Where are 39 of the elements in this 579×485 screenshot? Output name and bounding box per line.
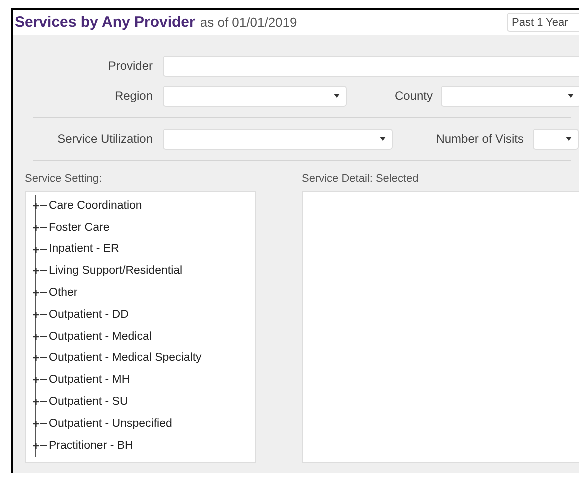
expander-icon[interactable] [32,347,48,370]
expander-icon[interactable] [32,304,48,326]
expander-icon[interactable] [32,369,48,392]
expander-icon[interactable] [32,194,48,217]
caret-icon [334,94,340,98]
tree-item[interactable]: Other [49,287,78,300]
tree-item[interactable]: Living Support/Residential [49,265,183,278]
caret-icon [568,94,574,98]
field-label: Provider [107,59,153,73]
field-label: Number of Visits [435,132,524,146]
expander-icon[interactable] [32,326,48,348]
expander-icon[interactable] [32,412,48,435]
provider-field[interactable] [163,56,579,76]
tree-item[interactable]: Outpatient - SU [49,396,128,408]
caret-icon [566,137,572,141]
period-dropdown[interactable]: Past 1 Year [507,13,579,32]
service-setting-label: Service Setting: [25,173,104,185]
tree-item[interactable]: Outpatient - Unspecified [49,418,172,430]
tree-item[interactable]: Inpatient - ER [49,243,120,256]
as-of-date: as of 01/01/2019 [200,15,298,30]
tree-item[interactable]: Outpatient - MH [49,374,130,386]
tree-item[interactable]: Care Coordination [49,200,142,212]
field-label: Service Utilization [56,132,153,146]
page-title: Services by Any Provider [15,14,196,31]
tree-item[interactable]: Outpatient - Medical [49,330,152,343]
tree-item[interactable]: Outpatient - Medical Specialty [49,352,202,364]
expander-icon[interactable] [32,282,48,304]
expander-icon[interactable] [32,238,48,260]
expander-icon[interactable] [32,391,48,414]
tree-item[interactable]: Foster Care [49,222,110,234]
field-label: County [394,89,433,103]
expander-icon[interactable] [32,434,48,457]
tree-item[interactable]: Outpatient - DD [49,308,129,321]
expander-icon[interactable] [32,260,48,282]
service-detail-label: Service Detail: Selected [302,173,420,185]
field-label: Region [114,89,153,103]
tree-item[interactable]: Practitioner - BH [49,440,134,452]
caret-icon [380,137,386,141]
expander-icon[interactable] [32,216,48,239]
